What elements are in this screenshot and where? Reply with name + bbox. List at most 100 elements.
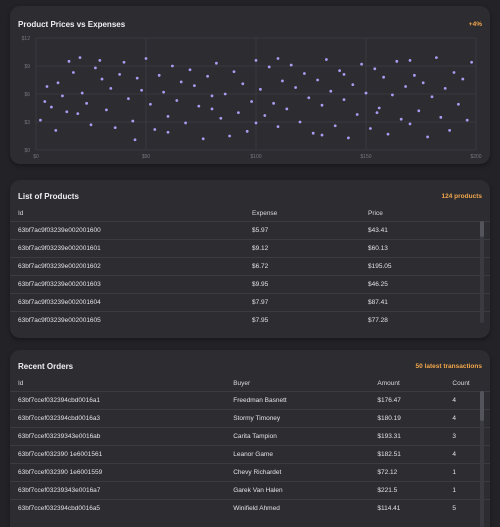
table-row[interactable]: 63bf7ccef032390 1e6001559 Chevy Richardet… (10, 463, 490, 481)
data-point (342, 98, 346, 101)
data-point (267, 65, 271, 69)
data-point (65, 110, 69, 114)
data-point (369, 127, 372, 130)
table-cell: $46.25 (368, 281, 388, 288)
table-row[interactable]: 63bf7ccef032390 1e6001561 Leanor Game $182… (10, 445, 490, 463)
table-cell: 63bf7ac9f03239e002001600 (18, 227, 101, 234)
table-row[interactable]: 63bf7ccef03239343e0016a7 Garek Van Halen $… (10, 481, 490, 499)
table-row[interactable]: 63bf7ac9f03239e002001600 $5.97 $43.41 (10, 221, 490, 239)
table-row[interactable]: 63bf7ccef032394cbd0016a5 Winifield Ahmed $… (10, 499, 490, 517)
data-point (276, 57, 280, 60)
data-point (413, 73, 416, 77)
table-cell: 63bf7ac9f03239e002001605 (18, 317, 101, 324)
data-point (166, 130, 170, 134)
products-title: List of Products (18, 191, 79, 201)
data-point (303, 72, 306, 75)
table-cell: 4 (452, 451, 457, 458)
data-point (373, 67, 377, 71)
data-point (316, 78, 319, 82)
table-cell: $9.12 (252, 245, 269, 252)
table-cell: $195.05 (368, 263, 392, 270)
data-point (72, 71, 75, 74)
data-point (144, 57, 148, 60)
table-cell: $5.97 (252, 227, 269, 234)
table-row[interactable]: 63bf7ac9f03239e002001602 $6.72 $195.05 (10, 257, 490, 275)
data-point (171, 64, 174, 68)
x-tick-label: $50 (142, 154, 151, 160)
data-point (54, 129, 58, 132)
data-point (320, 103, 324, 107)
data-point (382, 75, 385, 79)
data-point (294, 86, 297, 89)
column-header-expense[interactable]: Expense (252, 210, 368, 217)
column-header-price[interactable]: Price (368, 210, 468, 217)
data-point (215, 61, 218, 65)
table-cell: 4 (452, 397, 457, 404)
data-point (443, 87, 447, 90)
data-point (426, 135, 429, 139)
data-point (78, 56, 82, 59)
chart-change-badge: +4% (468, 20, 482, 28)
table-cell: Carita Tampion (233, 433, 277, 440)
data-point (85, 101, 88, 105)
data-point (131, 119, 135, 123)
data-point (175, 99, 179, 102)
table-row[interactable]: 63bf7ac9f03239e002001603 $9.95 $46.25 (10, 275, 490, 293)
products-scroll-thumb[interactable] (480, 221, 484, 237)
table-cell: $7.97 (252, 299, 269, 306)
table-cell: 63bf7ccef032394cbd0016a3 (18, 415, 101, 422)
data-point (448, 129, 451, 132)
table-row[interactable]: 63bf7ccef032394cbd0016a3 Stormy Timoney $1… (10, 409, 490, 427)
data-point (254, 121, 258, 125)
data-point (94, 66, 97, 70)
table-row[interactable]: 63bf7ac9f03239e002001605 $7.95 $77.28 (10, 311, 490, 327)
orders-card: Recent Orders 50 latest transactions Id … (10, 350, 490, 527)
orders-scroll-thumb[interactable] (480, 391, 484, 421)
data-point (219, 116, 223, 120)
data-point (281, 79, 284, 83)
data-point (223, 92, 227, 96)
data-point (113, 126, 117, 129)
table-cell: $221.5 (377, 487, 398, 494)
table-cell: 63bf7ccef032390 1e6001559 (18, 469, 103, 476)
table-cell: Stormy Timoney (233, 415, 281, 422)
data-point (417, 109, 421, 113)
data-point (333, 124, 337, 128)
data-point (430, 95, 434, 99)
data-point (193, 84, 196, 87)
table-cell: 63bf7ac9f03239e002001604 (18, 299, 101, 306)
data-point (179, 80, 183, 84)
data-point (237, 111, 240, 115)
table-cell: 63bf7ccef032394cbd0016a5 (18, 505, 101, 512)
column-header-id[interactable]: Id (18, 210, 252, 217)
column-header-count[interactable]: Count (452, 380, 482, 387)
data-point (56, 81, 60, 85)
data-point (391, 93, 394, 97)
table-row[interactable]: 63bf7ccef032394cbd0016a1 Freedman Basnett… (10, 391, 490, 409)
data-point (127, 97, 130, 101)
products-scrollbar[interactable] (480, 221, 484, 323)
data-point (105, 108, 108, 112)
x-tick-label: $150 (360, 154, 371, 160)
data-point (259, 87, 262, 91)
table-row[interactable]: 63bf7ccef03239343e0016ab Carita Tampion $1… (10, 427, 490, 445)
data-point (439, 115, 443, 119)
data-point (254, 59, 258, 62)
data-point (276, 125, 280, 129)
data-point (157, 73, 161, 77)
data-point (39, 118, 42, 122)
column-header-amount[interactable]: Amount (377, 380, 452, 387)
column-header-id[interactable]: Id (18, 380, 233, 387)
data-point (386, 132, 390, 136)
data-point (435, 56, 438, 59)
table-row[interactable]: 63bf7ac9f03239e002001601 $9.12 $60.13 (10, 239, 490, 257)
orders-scrollbar[interactable] (480, 391, 484, 527)
orders-count-badge: 50 latest transactions (415, 362, 482, 370)
table-row[interactable]: 63bf7ac9f03239e002001604 $7.97 $87.41 (10, 293, 490, 311)
column-header-buyer[interactable]: Buyer (233, 380, 377, 387)
data-point (375, 111, 379, 115)
data-point (61, 94, 64, 98)
data-point (98, 59, 102, 62)
orders-table-header: Id Buyer Amount Count (10, 376, 490, 391)
table-cell: 63bf7ac9f03239e002001601 (18, 245, 101, 252)
